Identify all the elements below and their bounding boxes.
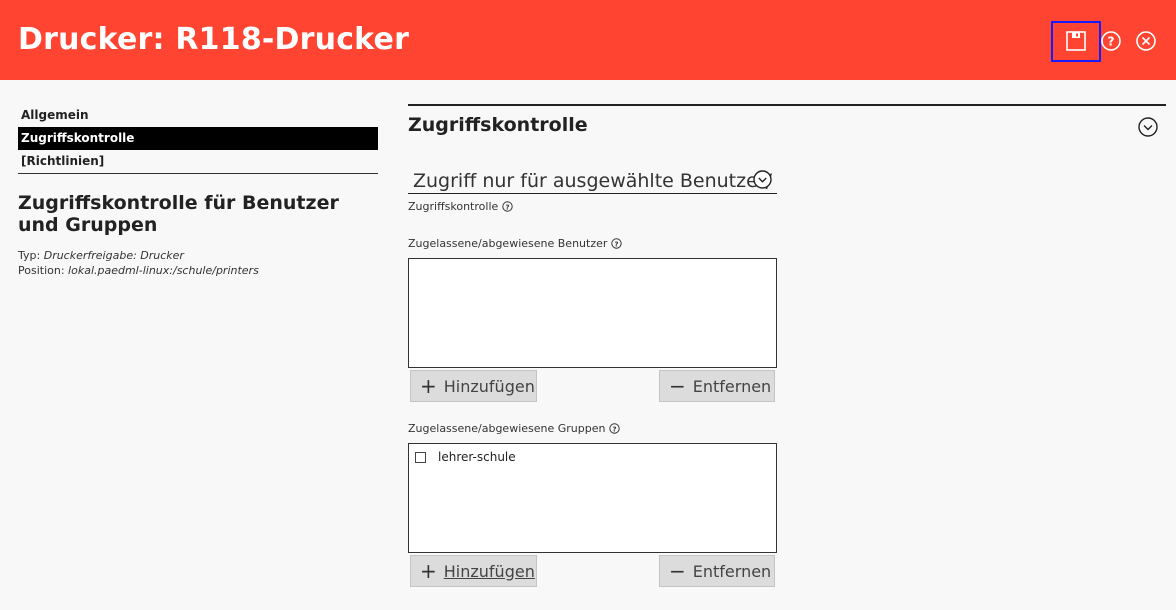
nav-item-zugriffskontrolle[interactable]: Zugriffskontrolle xyxy=(18,127,378,150)
collapse-icon[interactable] xyxy=(1137,116,1159,138)
access-control-value: Zugriff nur für ausgewählte Benutzer/ xyxy=(413,170,773,192)
list-item[interactable]: lehrer-schule xyxy=(415,450,516,464)
svg-text:?: ? xyxy=(1108,35,1115,49)
header-bar: Drucker: R118-Drucker ? xyxy=(0,0,1176,80)
type-value: Druckerfreigabe: Drucker xyxy=(43,249,184,262)
module-title: Zugriffskontrolle für Benutzer und Grupp… xyxy=(18,192,339,236)
svg-text:?: ? xyxy=(613,425,617,433)
page-title: Drucker: R118-Drucker xyxy=(18,22,410,57)
sidebar-nav: Allgemein Zugriffskontrolle [Richtlinien… xyxy=(18,104,378,174)
help-icon[interactable]: ? xyxy=(609,423,621,434)
close-icon[interactable] xyxy=(1133,28,1159,54)
svg-text:?: ? xyxy=(615,240,619,248)
chevron-down-icon[interactable] xyxy=(752,169,773,190)
minus-icon: − xyxy=(669,374,686,398)
remove-group-button[interactable]: − Entfernen xyxy=(659,555,775,587)
svg-text:?: ? xyxy=(506,203,510,211)
groups-label: Zugelassene/abgewiesene Gruppen ? xyxy=(408,422,621,435)
add-group-label: Hinzufügen xyxy=(443,561,535,581)
groups-list[interactable]: lehrer-schule xyxy=(408,443,777,553)
access-control-select[interactable]: Zugriff nur für ausgewählte Benutzer/ xyxy=(408,168,777,194)
group-item-label: lehrer-schule xyxy=(438,450,516,464)
users-label: Zugelassene/abgewiesene Benutzer ? xyxy=(408,237,623,250)
section-divider xyxy=(408,104,1166,106)
add-group-button[interactable]: + Hinzufügen xyxy=(410,555,537,587)
plus-icon: + xyxy=(420,559,437,583)
module-type: Typ: Druckerfreigabe: Drucker xyxy=(18,249,184,262)
remove-user-button[interactable]: − Entfernen xyxy=(659,370,775,402)
module-position: Position: lokal.paedml-linux:/schule/pri… xyxy=(18,264,259,277)
remove-user-label: Entfernen xyxy=(692,376,772,396)
nav-item-allgemein[interactable]: Allgemein xyxy=(18,104,378,127)
nav-divider xyxy=(18,173,378,174)
position-label: Position: xyxy=(18,264,65,277)
help-icon[interactable]: ? xyxy=(611,238,623,249)
section-title: Zugriffskontrolle xyxy=(408,114,588,136)
remove-group-label: Entfernen xyxy=(692,561,772,581)
minus-icon: − xyxy=(669,559,686,583)
help-icon[interactable]: ? xyxy=(1098,28,1124,54)
groups-label-text: Zugelassene/abgewiesene Gruppen xyxy=(408,422,606,435)
plus-icon: + xyxy=(420,374,437,398)
nav-item-richtlinien[interactable]: [Richtlinien] xyxy=(18,150,378,173)
add-user-label: Hinzufügen xyxy=(443,376,535,396)
add-user-button[interactable]: + Hinzufügen xyxy=(410,370,537,402)
access-control-label: Zugriffskontrolle ? xyxy=(408,200,513,213)
users-label-text: Zugelassene/abgewiesene Benutzer xyxy=(408,237,608,250)
position-value: lokal.paedml-linux:/schule/printers xyxy=(68,264,259,277)
main-content: Zugriffskontrolle Zugriff nur für ausgew… xyxy=(408,104,1166,587)
users-list[interactable] xyxy=(408,258,777,368)
group-checkbox[interactable] xyxy=(415,451,426,463)
save-icon[interactable] xyxy=(1063,28,1089,54)
type-label: Typ: xyxy=(18,249,41,262)
help-icon[interactable]: ? xyxy=(502,201,513,212)
access-control-label-text: Zugriffskontrolle xyxy=(408,200,499,213)
